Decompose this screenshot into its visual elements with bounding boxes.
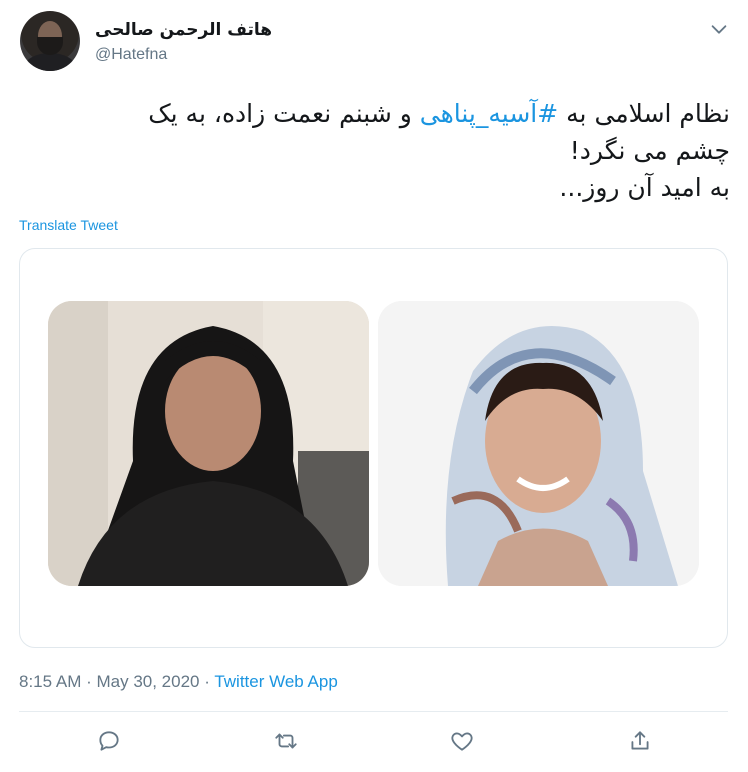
meta-separator-2: ·: [199, 672, 215, 691]
translate-tweet-link[interactable]: Translate Tweet: [19, 217, 118, 233]
tweet-timestamp: 8:15 AM · May 30, 2020 · Twitter Web App: [19, 672, 338, 692]
tweet-source-app[interactable]: Twitter Web App: [214, 672, 337, 691]
tweet-line-3: به امید آن روز...: [559, 173, 730, 202]
chevron-down-icon[interactable]: [708, 18, 730, 40]
tweet-line-1: نظام اسلامی به #آسیه_پناهی و شبنم نعمت ز…: [30, 95, 730, 132]
retweet-icon[interactable]: [273, 728, 299, 754]
tweet-line-1-end: و شبنم نعمت زاده، به یک: [148, 99, 420, 128]
avatar-body: [24, 53, 76, 71]
tweet-time[interactable]: 8:15 AM: [19, 672, 81, 691]
photo-elderly-woman[interactable]: [48, 301, 369, 586]
divider: [19, 711, 728, 712]
tweet-line-1-start: نظام اسلامی به: [558, 99, 730, 128]
photo-young-woman[interactable]: [378, 301, 699, 586]
author-name[interactable]: هاتف الرحمن صالحی: [95, 20, 272, 40]
hashtag-link[interactable]: #آسیه_پناهی: [420, 99, 558, 128]
author-avatar[interactable]: [20, 11, 80, 71]
reply-icon[interactable]: [96, 728, 122, 754]
author-handle[interactable]: @Hatefna: [95, 46, 167, 64]
tweet-text: نظام اسلامی به #آسیه_پناهی و شبنم نعمت ز…: [30, 95, 730, 206]
avatar-beard: [37, 37, 63, 55]
share-icon[interactable]: [627, 728, 653, 754]
tweet-line-2: چشم می نگرد!: [569, 136, 730, 165]
like-icon[interactable]: [449, 728, 475, 754]
tweet-date[interactable]: May 30, 2020: [96, 672, 199, 691]
meta-separator-1: ·: [81, 672, 97, 691]
